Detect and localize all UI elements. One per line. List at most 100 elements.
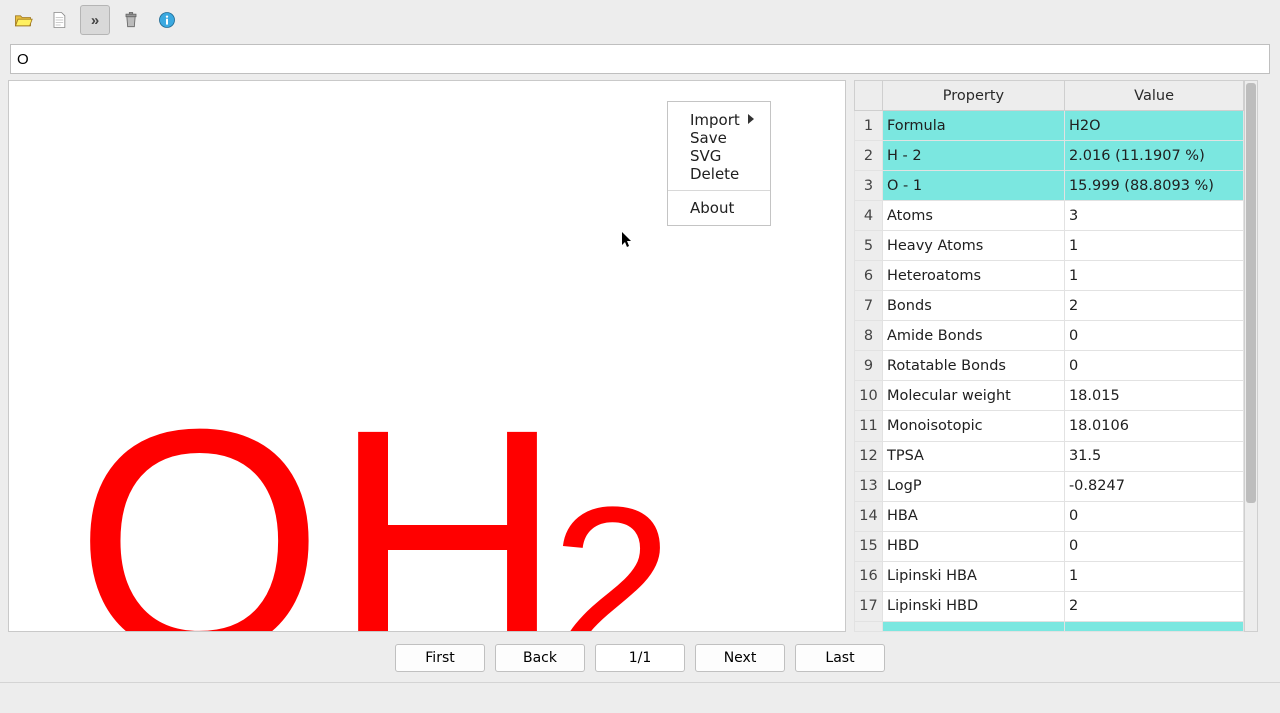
row-number: 9 (855, 351, 883, 381)
property-cell: Amide Bonds (882, 321, 1064, 351)
value-cell: 1 (1064, 231, 1243, 261)
property-cell: H - 2 (882, 141, 1064, 171)
page-icon (49, 10, 69, 30)
menu-item-label: About (690, 199, 734, 217)
property-cell: Lipinski HBD (882, 591, 1064, 621)
property-cell: HBA (882, 501, 1064, 531)
table-row[interactable]: 4Atoms3 (855, 201, 1244, 231)
table-row[interactable]: 2H - 22.016 (11.1907 %) (855, 141, 1244, 171)
row-number: 2 (855, 141, 883, 171)
table-row[interactable]: 1FormulaH2O (855, 111, 1244, 141)
value-cell: 18.015 (1064, 381, 1243, 411)
molecule-text-main: OH (75, 362, 571, 632)
row-number: 8 (855, 321, 883, 351)
properties-scrollbar[interactable] (1244, 80, 1258, 632)
table-header-row: Property Value (855, 81, 1244, 111)
page-indicator[interactable] (595, 644, 685, 672)
table-row[interactable]: 7Bonds2 (855, 291, 1244, 321)
next-button[interactable]: Next (695, 644, 785, 672)
value-cell: 1 (1064, 561, 1243, 591)
table-header-rownum[interactable] (855, 81, 883, 111)
menu-item-label: Save SVG (690, 129, 756, 165)
expand-button[interactable]: » (80, 5, 110, 35)
value-cell: -0.8247 (1064, 471, 1243, 501)
property-cell: Formula (882, 111, 1064, 141)
table-row[interactable]: 17Lipinski HBD2 (855, 591, 1244, 621)
statusbar (0, 682, 1280, 704)
row-number: 11 (855, 411, 883, 441)
chevrons-icon: » (91, 12, 99, 29)
table-row[interactable]: 11Monoisotopic18.0106 (855, 411, 1244, 441)
last-button[interactable]: Last (795, 644, 885, 672)
value-cell: 2 (1064, 291, 1243, 321)
table-header-property[interactable]: Property (882, 81, 1064, 111)
table-row[interactable]: 13LogP-0.8247 (855, 471, 1244, 501)
row-number: 12 (855, 441, 883, 471)
nav-row: First Back Next Last (0, 634, 1280, 680)
row-number: 6 (855, 261, 883, 291)
properties-table: Property Value 1FormulaH2O2H - 22.016 (1… (854, 80, 1244, 632)
value-cell: 31.5 (1064, 441, 1243, 471)
menu-item-label: Delete (690, 165, 739, 183)
property-cell: Molecular weight (882, 381, 1064, 411)
scrollbar-thumb[interactable] (1246, 83, 1256, 503)
menu-item-about[interactable]: About (668, 194, 770, 221)
mouse-cursor-icon (621, 231, 633, 249)
table-row[interactable]: 10Molecular weight18.015 (855, 381, 1244, 411)
main-area: OH2 ImportSave SVGDelete About Property … (0, 80, 1280, 634)
row-number: 17 (855, 591, 883, 621)
menu-item-label: Import (690, 111, 740, 129)
property-cell: LogP (882, 471, 1064, 501)
table-row[interactable]: 12TPSA31.5 (855, 441, 1244, 471)
value-cell (1064, 621, 1243, 631)
property-cell (882, 621, 1064, 631)
smiles-input[interactable] (10, 44, 1270, 74)
table-row[interactable] (855, 621, 1244, 631)
properties-pane: Property Value 1FormulaH2O2H - 22.016 (1… (854, 80, 1258, 632)
property-cell: Atoms (882, 201, 1064, 231)
molecule-text-sub: 2 (551, 461, 681, 632)
info-icon (157, 10, 177, 30)
table-row[interactable]: 3O - 115.999 (88.8093 %) (855, 171, 1244, 201)
row-number (855, 621, 883, 631)
value-cell: 1 (1064, 261, 1243, 291)
property-cell: Heavy Atoms (882, 231, 1064, 261)
value-cell: 2 (1064, 591, 1243, 621)
table-row[interactable]: 15HBD0 (855, 531, 1244, 561)
value-cell: H2O (1064, 111, 1243, 141)
value-cell: 0 (1064, 501, 1243, 531)
menu-separator (668, 190, 770, 191)
open-icon (13, 10, 33, 30)
menu-item-save-svg[interactable]: Save SVG (668, 133, 770, 160)
property-cell: Bonds (882, 291, 1064, 321)
property-cell: Monoisotopic (882, 411, 1064, 441)
delete-button[interactable] (116, 5, 146, 35)
input-row (0, 40, 1280, 80)
first-button[interactable]: First (395, 644, 485, 672)
open-button[interactable] (8, 5, 38, 35)
table-row[interactable]: 16Lipinski HBA1 (855, 561, 1244, 591)
table-row[interactable]: 9Rotatable Bonds0 (855, 351, 1244, 381)
row-number: 3 (855, 171, 883, 201)
row-number: 7 (855, 291, 883, 321)
value-cell: 3 (1064, 201, 1243, 231)
table-row[interactable]: 8Amide Bonds0 (855, 321, 1244, 351)
table-row[interactable]: 5Heavy Atoms1 (855, 231, 1244, 261)
row-number: 1 (855, 111, 883, 141)
value-cell: 0 (1064, 351, 1243, 381)
table-header-value[interactable]: Value (1064, 81, 1243, 111)
molecule-canvas[interactable]: OH2 ImportSave SVGDelete About (8, 80, 846, 632)
value-cell: 15.999 (88.8093 %) (1064, 171, 1243, 201)
row-number: 14 (855, 501, 883, 531)
table-row[interactable]: 14HBA0 (855, 501, 1244, 531)
value-cell: 18.0106 (1064, 411, 1243, 441)
value-cell: 0 (1064, 531, 1243, 561)
value-cell: 0 (1064, 321, 1243, 351)
about-button[interactable] (152, 5, 182, 35)
new-page-button[interactable] (44, 5, 74, 35)
context-menu: ImportSave SVGDelete About (667, 101, 771, 226)
row-number: 15 (855, 531, 883, 561)
back-button[interactable]: Back (495, 644, 585, 672)
toolbar: » (0, 0, 1280, 40)
table-row[interactable]: 6Heteroatoms1 (855, 261, 1244, 291)
